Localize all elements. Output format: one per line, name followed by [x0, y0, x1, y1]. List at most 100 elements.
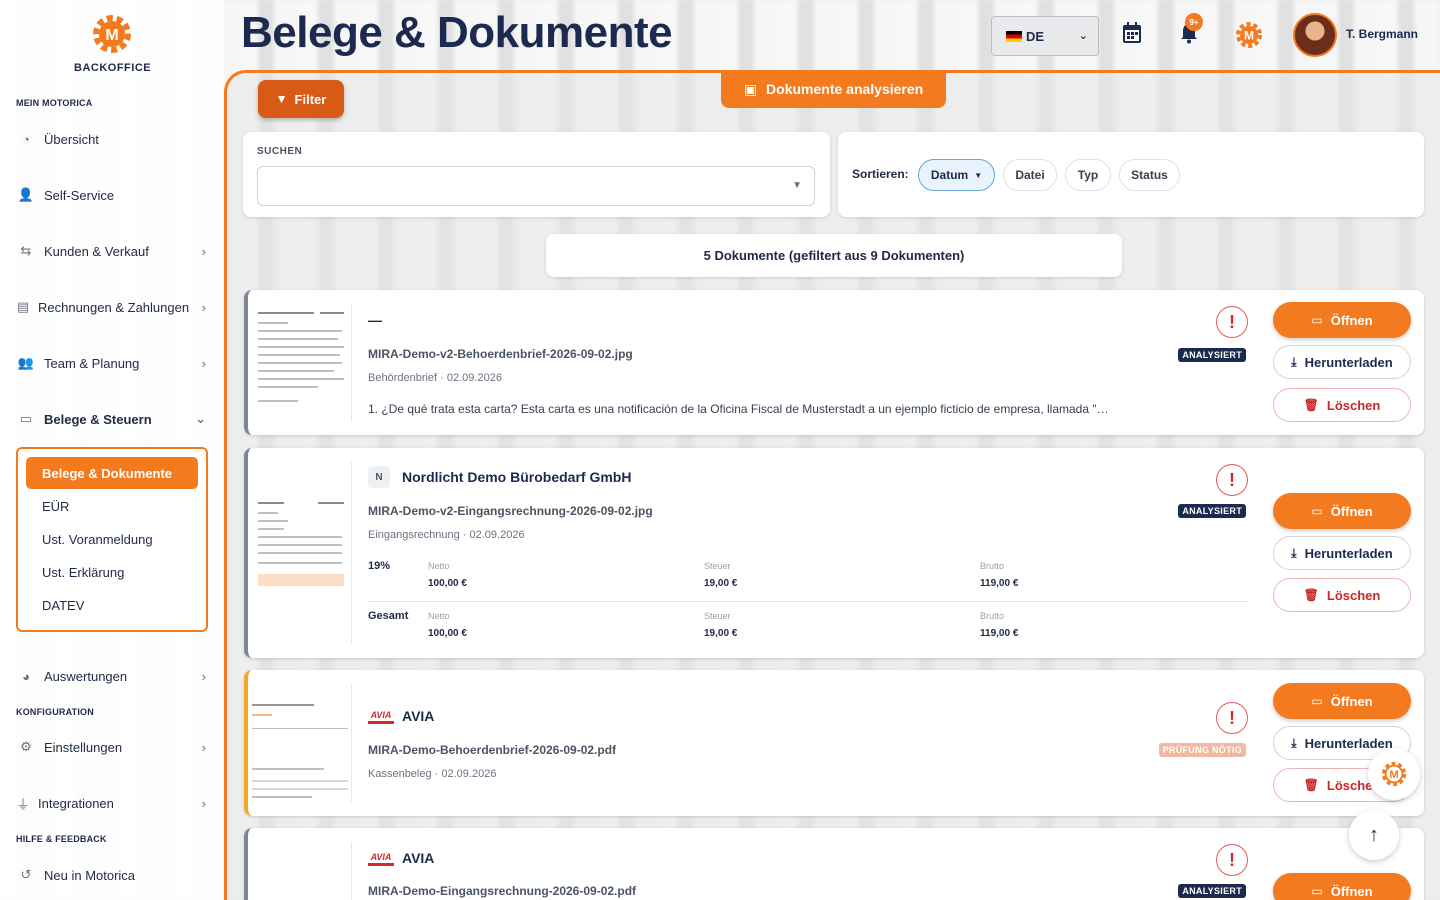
search-input[interactable]: ▼ — [257, 166, 815, 206]
open-label: Öffnen — [1330, 503, 1373, 519]
open-label: Öffnen — [1330, 883, 1373, 899]
document-thumbnail[interactable] — [252, 684, 352, 802]
folder-open-icon: ▭ — [1311, 504, 1323, 518]
sidebar-item-integrationen[interactable]: ⏚ Integrationen › — [16, 787, 212, 819]
document-title: — — [368, 312, 382, 328]
document-card: — MIRA-Demo-v2-Behoerdenbrief-2026-09-02… — [244, 290, 1424, 435]
trash-icon: 🗑 — [1303, 778, 1319, 792]
sort-option-datei[interactable]: Datei — [1003, 159, 1057, 191]
document-filename[interactable]: MIRA-Demo-Behoerdenbrief-2026-09-02.pdf — [368, 743, 616, 757]
submenu-item-datev[interactable]: DATEV — [42, 598, 84, 613]
gear-icon: ⚙ — [20, 739, 32, 754]
open-label: Öffnen — [1330, 693, 1373, 709]
status-badge: PRÜFUNG NÖTIG — [1158, 743, 1246, 757]
sort-option-datum[interactable]: Datum ▼ — [918, 159, 995, 191]
submenu-item-belege-dokumente[interactable]: Belege & Dokumente — [26, 457, 198, 489]
brand-logo[interactable]: M BACKOFFICE — [74, 12, 151, 74]
file-plus-icon: ▣ — [743, 80, 758, 97]
download-icon: ⤓ — [1291, 354, 1297, 369]
submenu-item-euer[interactable]: EÜR — [42, 499, 69, 514]
sidebar-item-neu[interactable]: ↺ Neu in Motorica — [16, 859, 212, 891]
sidebar-item-team[interactable]: 👥 Team & Planung › — [16, 347, 212, 379]
avatar[interactable] — [1293, 13, 1337, 57]
sidebar-item-label: Kunden & Verkauf — [44, 243, 149, 259]
document-description: 1. ¿De qué trata esta carta? Esta carta … — [368, 402, 1109, 416]
document-filename[interactable]: MIRA-Demo-v2-Eingangsrechnung-2026-09-02… — [368, 504, 653, 518]
document-meta: Eingangsrechnung · 02.09.2026 — [368, 529, 525, 541]
sidebar-item-auswertungen[interactable]: ◕ Auswertungen › — [16, 660, 212, 692]
delete-label: Löschen — [1326, 587, 1381, 603]
avia-logo: AVIA — [368, 708, 394, 724]
alert-icon[interactable]: ! — [1216, 844, 1248, 876]
document-title-text: AVIA — [402, 850, 435, 866]
document-title: AVIA AVIA — [368, 708, 434, 724]
submenu-item-ust-erklaerung[interactable]: Ust. Erklärung — [42, 565, 124, 580]
sidebar-item-kunden[interactable]: ⇆ Kunden & Verkauf › — [16, 235, 212, 267]
sidebar-item-einstellungen[interactable]: ⚙ Einstellungen › — [16, 731, 212, 763]
tax-head-tax: Steuer — [704, 561, 731, 571]
document-thumbnail[interactable] — [252, 842, 352, 900]
assistant-fab[interactable]: M — [1368, 748, 1420, 800]
sidebar-item-rechnungen[interactable]: ▤ Rechnungen & Zahlungen › — [16, 291, 212, 323]
document-filename[interactable]: MIRA-Demo-Eingangsrechnung-2026-09-02.pd… — [368, 884, 636, 898]
tax-row-tax: 19,00 € — [704, 578, 738, 589]
tax-head-net: Netto — [428, 561, 450, 571]
filter-button[interactable]: ▼ Filter — [258, 80, 344, 118]
document-title: N Nordlicht Demo Bürobedarf GmbH — [368, 466, 631, 488]
analyze-documents-button[interactable]: ▣ Dokumente analysieren — [721, 70, 946, 108]
document-thumbnail[interactable] — [252, 304, 352, 421]
tax-row-gross: 119,00 € — [980, 578, 1019, 589]
document-filename[interactable]: MIRA-Demo-v2-Behoerdenbrief-2026-09-02.j… — [368, 347, 633, 361]
language-select[interactable]: DE ⌄ — [991, 16, 1099, 56]
document-card: AVIA AVIA MIRA-Demo-Eingangsrechnung-202… — [244, 828, 1424, 900]
svg-text:M: M — [1389, 769, 1398, 781]
tax-head-gross: Brutto — [980, 611, 1005, 621]
trash-icon: 🗑 — [1303, 588, 1319, 602]
sidebar-item-uebersicht[interactable]: ◔ Übersicht — [16, 123, 212, 155]
tax-total-net: 100,00 € — [428, 628, 467, 639]
sort-option-typ[interactable]: Typ — [1065, 159, 1111, 191]
folder-open-icon: ▭ — [1311, 694, 1323, 708]
tax-total-tax: 19,00 € — [704, 628, 738, 639]
sidebar-item-label: Integrationen — [38, 795, 114, 811]
chevron-right-icon: › — [201, 795, 206, 811]
delete-button[interactable]: 🗑 Löschen — [1273, 578, 1411, 612]
open-button[interactable]: ▭ Öffnen — [1273, 683, 1411, 719]
caret-down-icon: ▼ — [792, 180, 802, 191]
alert-icon[interactable]: ! — [1216, 702, 1248, 734]
document-thumbnail[interactable] — [252, 462, 352, 644]
download-label: Herunterladen — [1304, 545, 1393, 561]
motorica-gear-icon[interactable]: M — [1234, 20, 1264, 56]
download-button[interactable]: ⤓ Herunterladen — [1273, 345, 1411, 379]
calendar-icon[interactable] — [1122, 22, 1142, 50]
sidebar-item-belege-steuern[interactable]: ▭ Belege & Steuern ⌄ — [16, 403, 212, 435]
open-button[interactable]: ▭ Öffnen — [1273, 873, 1411, 900]
alert-icon[interactable]: ! — [1216, 306, 1248, 338]
filter-icon: ▼ — [275, 92, 288, 106]
avia-logo: AVIA — [368, 850, 394, 866]
section-title-hilfe: HILFE & FEEDBACK — [16, 834, 107, 844]
submenu-item-ust-voranmeldung[interactable]: Ust. Voranmeldung — [42, 532, 153, 547]
sidebar-item-label: Einstellungen — [44, 739, 123, 755]
dashboard-icon: ◔ — [22, 131, 30, 147]
alert-icon[interactable]: ! — [1216, 464, 1248, 496]
document-title-text: Nordlicht Demo Bürobedarf GmbH — [402, 469, 632, 485]
open-button[interactable]: ▭ Öffnen — [1273, 302, 1411, 338]
folder-open-icon: ▭ — [19, 411, 33, 426]
status-badge: ANALYSIERT — [1178, 504, 1246, 518]
sort-option-status[interactable]: Status — [1119, 159, 1180, 191]
chevron-right-icon: › — [201, 739, 206, 755]
chart-pie-icon: ◕ — [22, 668, 30, 684]
german-flag-icon — [1006, 30, 1022, 42]
user-name[interactable]: T. Bergmann — [1346, 27, 1418, 41]
tax-row-net: 100,00 € — [428, 578, 467, 589]
section-title-konfig: KONFIGURATION — [16, 707, 94, 717]
delete-button[interactable]: 🗑 Löschen — [1273, 388, 1411, 422]
download-button[interactable]: ⤓ Herunterladen — [1273, 536, 1411, 570]
sidebar-item-self-service[interactable]: 👤 Self-Service — [16, 179, 212, 211]
scroll-to-top-button[interactable]: ↑ — [1349, 810, 1399, 860]
download-icon: ⤓ — [1291, 735, 1297, 750]
motorica-gear-logo-icon: M — [93, 15, 131, 53]
search-card: SUCHEN ▼ — [243, 132, 830, 217]
open-button[interactable]: ▭ Öffnen — [1273, 493, 1411, 529]
